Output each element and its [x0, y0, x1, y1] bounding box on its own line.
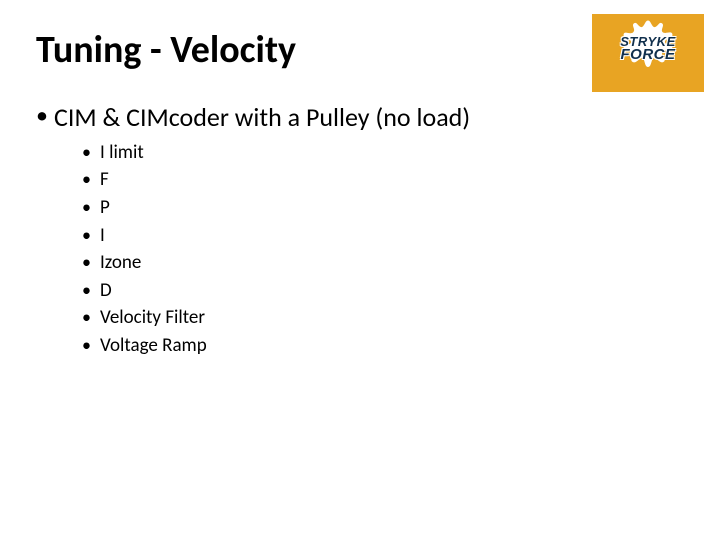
- list-item-text: I: [100, 224, 105, 247]
- list-item-text: F: [100, 168, 109, 191]
- slide-title: Tuning - Velocity: [36, 30, 684, 72]
- list-item-text: I limit: [100, 141, 144, 164]
- bullet-list-level1: CIM & CIMcoder with a Pulley (no load) I…: [36, 100, 684, 359]
- list-item: I limit: [82, 139, 684, 167]
- list-item: Izone: [82, 249, 684, 277]
- logo-text: STRYKE FORCE: [592, 36, 704, 63]
- list-item-text: D: [100, 279, 112, 302]
- list-item: F: [82, 166, 684, 194]
- list-item: I: [82, 222, 684, 250]
- slide: STRYKE FORCE Tuning - Velocity CIM & CIM…: [0, 0, 720, 540]
- list-item-text: Izone: [100, 251, 141, 274]
- list-item: Velocity Filter: [82, 304, 684, 332]
- bullet-list-level2: I limit F P I Izone D Velocity Filter Vo…: [54, 139, 684, 359]
- list-item-text: Voltage Ramp: [100, 334, 207, 357]
- list-item-text: Velocity Filter: [100, 306, 205, 329]
- list-item: P: [82, 194, 684, 222]
- list-item: Voltage Ramp: [82, 332, 684, 360]
- team-logo: STRYKE FORCE: [592, 14, 704, 92]
- logo-line2: FORCE: [592, 48, 704, 62]
- list-item-text: CIM & CIMcoder with a Pulley (no load): [54, 101, 470, 133]
- list-item: D: [82, 277, 684, 305]
- list-item-text: P: [100, 196, 110, 219]
- list-item: CIM & CIMcoder with a Pulley (no load) I…: [36, 100, 684, 359]
